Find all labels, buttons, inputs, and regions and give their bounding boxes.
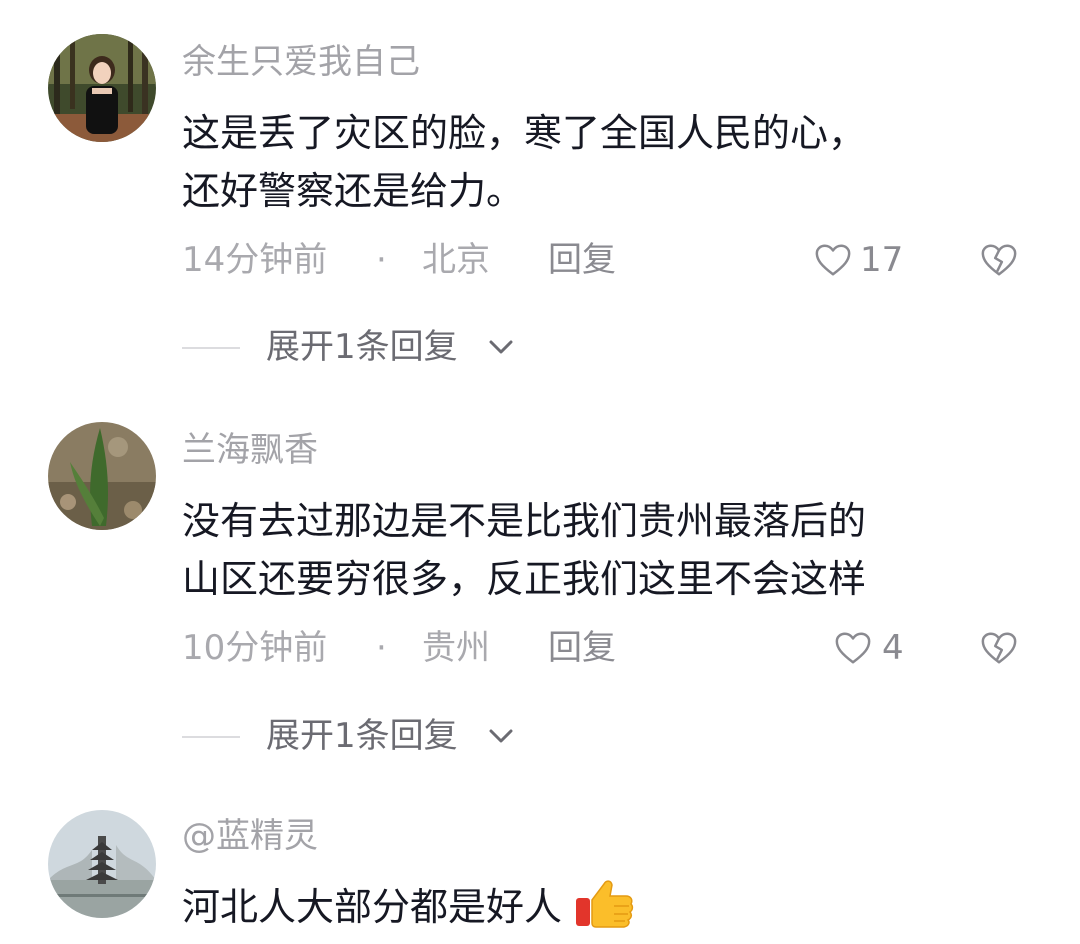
comment-text-line: 河北人大部分都是好人 [182,876,1032,936]
like-count: 17 [860,240,904,280]
reply-button[interactable]: 回复 [548,238,616,282]
comment-text-line: 这是丢了灾区的脸，寒了全国人民的心， [182,111,867,155]
heart-icon [835,632,871,664]
comment-text-content: 河北人大部分都是好人 [182,885,563,929]
comment-location: 北京 [422,240,490,280]
avatar[interactable] [48,422,156,530]
comment-location: 贵州 [422,628,490,668]
like-button[interactable]: 17 [814,238,914,282]
expand-replies-button[interactable]: 展开1条回复 [182,325,582,369]
divider [182,736,240,738]
comment-text-line: 还好警察还是给力。 [182,169,525,213]
avatar[interactable] [48,34,156,142]
comment-text-line: 没有去过那边是不是比我们贵州最落后的 [182,499,867,543]
comment-username[interactable]: 余生只爱我自己 [182,42,420,82]
chevron-down-icon [489,729,513,743]
meta-separator: · [376,240,387,280]
meta-separator: · [376,628,387,668]
divider [182,347,240,349]
comment-meta: 14分钟前 · 北京 回复 17 [182,238,1042,282]
expand-replies-label: 展开1条回复 [266,716,458,756]
expand-replies-label: 展开1条回复 [266,327,458,367]
comment-meta: 10分钟前 · 贵州 回复 4 [182,626,1042,670]
comment-text: 河北人大部分都是好人 [182,876,1032,936]
like-count: 4 [882,628,904,668]
expand-replies-button[interactable]: 展开1条回复 [182,714,582,758]
avatar-girl-icon [48,34,156,142]
comment-item: 余生只爱我自己 这是丢了灾区的脸，寒了全国人民的心， 还好警察还是给力。 14分… [0,0,1080,390]
comment-text-line: 山区还要穷很多，反正我们这里不会这样 [182,557,867,601]
comment-username[interactable]: 兰海飘香 [182,430,318,470]
comment-text: 这是丢了灾区的脸，寒了全国人民的心， 还好警察还是给力。 [182,104,1032,220]
avatar-pagoda-icon [48,810,156,918]
comment-time: 10分钟前 [182,628,328,668]
avatar-plant-icon [48,422,156,530]
comment-item: 兰海飘香 没有去过那边是不是比我们贵州最落后的 山区还要穷很多，反正我们这里不会… [0,390,1080,790]
comment-text: 没有去过那边是不是比我们贵州最落后的 山区还要穷很多，反正我们这里不会这样 [182,492,1032,608]
reply-button[interactable]: 回复 [548,626,616,670]
heart-icon [815,244,851,276]
broken-heart-icon[interactable] [980,630,1018,666]
comment-username[interactable]: @蓝精灵 [182,816,318,856]
thumbs-up-icon [576,880,634,928]
comment-item: @蓝精灵 河北人大部分都是好人 [0,790,1080,944]
chevron-down-icon [489,340,513,354]
like-button[interactable]: 4 [834,626,914,670]
broken-heart-icon[interactable] [980,242,1018,278]
comment-time: 14分钟前 [182,240,328,280]
avatar[interactable] [48,810,156,918]
